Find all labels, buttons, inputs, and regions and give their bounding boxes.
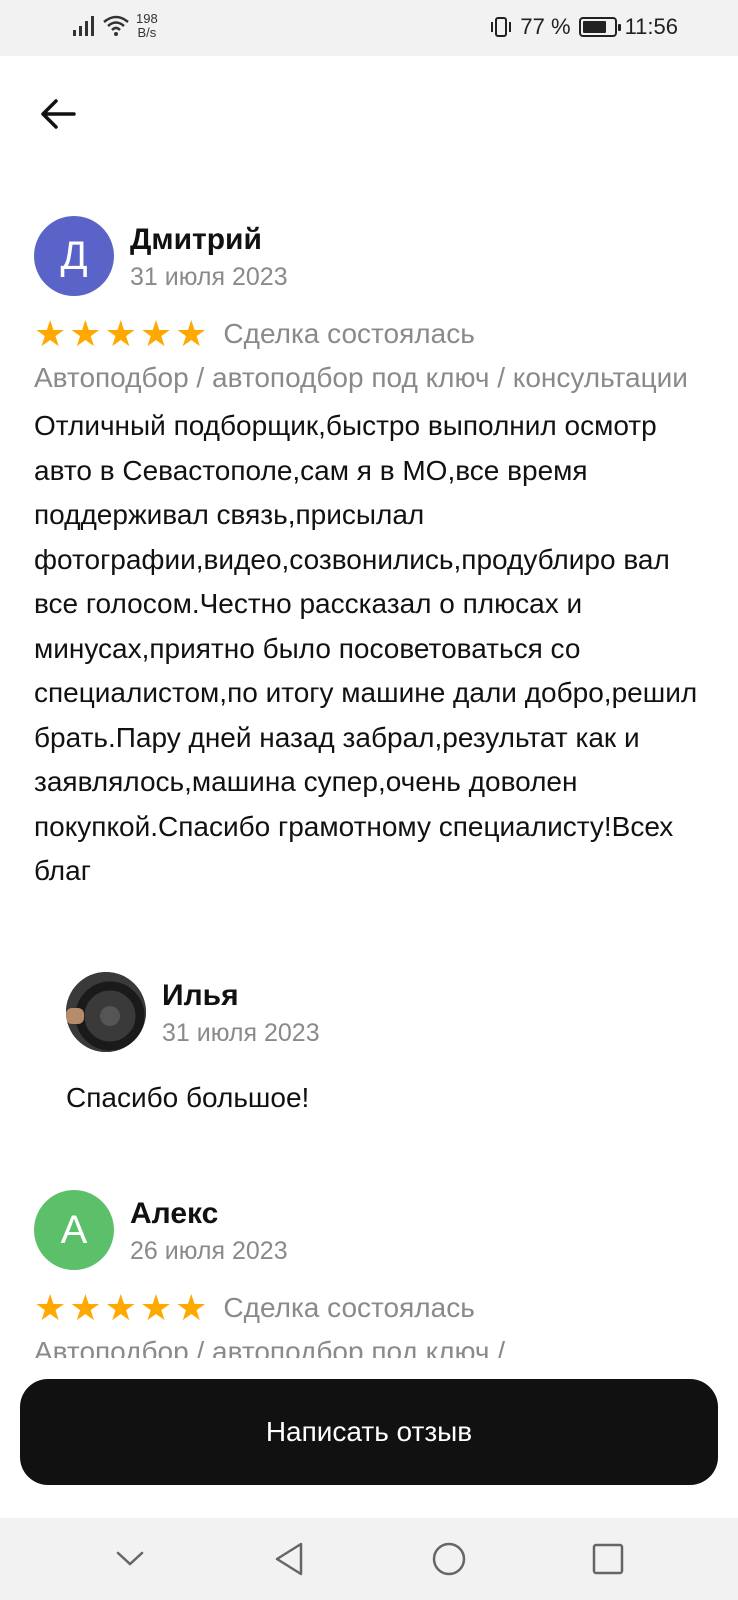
review-meta: Дмитрий 31 июля 2023 [130, 216, 288, 294]
star-icon: ★ [104, 1287, 137, 1328]
nav-back-button[interactable] [259, 1529, 319, 1589]
avatar-letter: А [60, 1207, 88, 1252]
star-icon: ★ [139, 1287, 173, 1328]
circle-home-icon [432, 1542, 465, 1576]
write-review-button[interactable]: Написать отзыв [20, 1379, 718, 1485]
star-icon: ★ [69, 1287, 102, 1328]
clock: 11:56 [624, 14, 678, 39]
review-date: 31 июля 2023 [130, 263, 288, 291]
star-icon: ★ [175, 313, 208, 354]
status-left: 198 B/s [72, 12, 158, 40]
review-meta: Алекс 26 июля 2023 [130, 1190, 288, 1268]
star-icon: ★ [34, 1287, 67, 1328]
review-header: Д Дмитрий 31 июля 2023 [34, 216, 714, 296]
battery-icon [578, 17, 621, 37]
network-speed-unit: B/s [137, 25, 157, 40]
battery-percent: 77 % [520, 14, 571, 39]
deal-status: Сделка состоялась [223, 1292, 475, 1323]
review-card: Д Дмитрий 31 июля 2023 ★ ★ ★ ★ ★ Сделка … [34, 216, 714, 894]
avatar[interactable]: А [34, 1190, 114, 1270]
rating-row: ★ ★ ★ ★ ★ Сделка состоялась [34, 1288, 714, 1328]
system-nav-bar [0, 1518, 738, 1600]
star-icon: ★ [69, 313, 102, 354]
rating-row: ★ ★ ★ ★ ★ Сделка состоялась [34, 314, 714, 354]
wifi-icon [103, 15, 129, 36]
chevron-down-icon [116, 1551, 143, 1566]
review-text: Отличный подборщик,быстро выполнил осмот… [34, 410, 698, 886]
deal-status: Сделка состоялась [223, 318, 475, 349]
nav-home-button[interactable] [419, 1529, 479, 1589]
reply-meta: Илья 31 июля 2023 [162, 972, 320, 1050]
avatar[interactable]: Д [34, 216, 114, 296]
review-date: 26 июля 2023 [130, 1237, 288, 1265]
star-icon: ★ [104, 313, 137, 354]
seller-reply: Илья 31 июля 2023 Спасибо большое! [66, 972, 686, 1114]
square-recents-icon [593, 1543, 624, 1575]
network-speed: 198 B/s [136, 12, 158, 40]
vibrate-icon [491, 17, 512, 37]
star-icon: ★ [175, 1287, 208, 1328]
battery-fill [582, 21, 606, 33]
nav-recents-button[interactable] [578, 1529, 638, 1589]
nav-hide-button[interactable] [100, 1529, 160, 1589]
reply-date: 31 июля 2023 [162, 1019, 320, 1047]
signal-icon [73, 16, 94, 36]
arrow-left-icon [41, 99, 76, 129]
review-author[interactable]: Алекс [130, 1196, 288, 1232]
avatar-letter: Д [60, 233, 88, 278]
back-button[interactable] [36, 92, 80, 136]
star-icon: ★ [139, 313, 173, 354]
star-rating: ★ ★ ★ ★ ★ [34, 316, 207, 352]
network-speed-value: 198 [136, 11, 158, 26]
steering-wheel-photo [66, 972, 146, 1052]
status-right: 77 % 11:56 [490, 14, 678, 40]
star-icon: ★ [34, 313, 67, 354]
review-header: А Алекс 26 июля 2023 [34, 1190, 714, 1270]
review-author[interactable]: Дмитрий [130, 222, 288, 258]
reply-author[interactable]: Илья [162, 978, 320, 1014]
reply-header: Илья 31 июля 2023 [66, 972, 686, 1052]
review-category: Автоподбор / автоподбор под ключ / консу… [34, 362, 688, 393]
reply-text: Спасибо большое! [66, 1082, 310, 1113]
triangle-back-icon [276, 1542, 303, 1576]
review-card: А Алекс 26 июля 2023 ★ ★ ★ ★ ★ Сделка со… [34, 1190, 714, 1372]
star-rating: ★ ★ ★ ★ ★ [34, 1290, 207, 1326]
status-bar: 198 B/s 77 % 11:56 [0, 0, 738, 56]
avatar[interactable] [66, 972, 146, 1052]
